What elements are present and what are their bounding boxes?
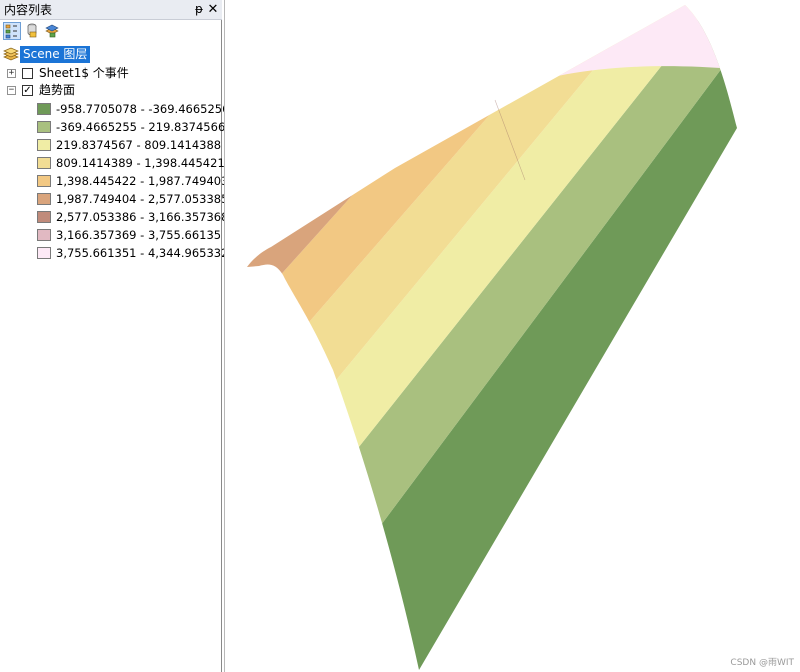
scene-view[interactable]: CSDN @雨WIT bbox=[224, 0, 800, 672]
legend-label: 809.1414389 - 1,398.445421 bbox=[56, 156, 225, 170]
legend-label: 2,577.053386 - 3,166.357368 bbox=[56, 210, 229, 224]
surface-bands bbox=[247, 5, 737, 670]
legend-item[interactable]: 3,755.661351 - 4,344.965332 bbox=[0, 245, 228, 262]
legend-label: 1,398.445422 - 1,987.749403 bbox=[56, 174, 229, 188]
legend-item[interactable]: 809.1414389 - 1,398.445421 bbox=[0, 155, 225, 172]
legend-swatch[interactable] bbox=[37, 247, 51, 259]
legend-swatch[interactable] bbox=[37, 175, 51, 187]
pin-icon[interactable]: ᵽ bbox=[193, 2, 205, 17]
layer-label[interactable]: Sheet1$ 个事件 bbox=[39, 66, 129, 81]
legend-item[interactable]: -958.7705078 - -369.4665256 bbox=[0, 101, 229, 118]
watermark: CSDN @雨WIT bbox=[730, 658, 794, 668]
table-of-contents-panel: 内容列表 ᵽ ✕ Scene 图层 + Sheet1$ 个事件 − ✓ 趋势面 … bbox=[0, 0, 229, 672]
list-by-visibility-icon[interactable] bbox=[44, 22, 62, 40]
legend-swatch[interactable] bbox=[37, 157, 51, 169]
legend-label: 1,987.749404 - 2,577.053385 bbox=[56, 192, 229, 206]
legend-label: -369.4665255 - 219.8374566 bbox=[56, 120, 226, 134]
legend-swatch[interactable] bbox=[37, 193, 51, 205]
legend-item[interactable]: 1,987.749404 - 2,577.053385 bbox=[0, 191, 228, 208]
scene-layer-group[interactable]: Scene 图层 bbox=[0, 46, 222, 63]
layer-visibility-checkbox[interactable] bbox=[22, 68, 33, 79]
collapse-icon[interactable]: − bbox=[7, 86, 16, 95]
legend-label: -958.7705078 - -369.4665256 bbox=[56, 102, 230, 116]
legend-item[interactable]: 3,166.357369 - 3,755.66135 bbox=[0, 227, 222, 244]
scene-layer-label[interactable]: Scene 图层 bbox=[20, 46, 91, 63]
legend-swatch[interactable] bbox=[37, 103, 51, 115]
close-icon[interactable]: ✕ bbox=[207, 2, 219, 17]
legend-label: 3,166.357369 - 3,755.66135 bbox=[56, 228, 222, 242]
list-by-drawing-order-icon[interactable] bbox=[3, 22, 21, 40]
legend-swatch[interactable] bbox=[37, 121, 51, 133]
legend-item[interactable]: 1,398.445422 - 1,987.749403 bbox=[0, 173, 228, 190]
legend-swatch[interactable] bbox=[37, 211, 51, 223]
layer-visibility-checkbox[interactable]: ✓ bbox=[22, 85, 33, 96]
layer-trend-surface[interactable]: − ✓ 趋势面 bbox=[0, 82, 222, 99]
list-by-source-icon[interactable] bbox=[24, 22, 42, 40]
panel-titlebar: 内容列表 ᵽ ✕ bbox=[0, 0, 222, 20]
expand-icon[interactable]: + bbox=[7, 69, 16, 78]
panel-title: 内容列表 bbox=[4, 3, 53, 17]
legend-swatch[interactable] bbox=[37, 139, 51, 151]
layer-label[interactable]: 趋势面 bbox=[39, 83, 75, 98]
toc-toolbar bbox=[0, 21, 222, 43]
trend-surface-render[interactable] bbox=[225, 0, 800, 672]
layers-icon bbox=[3, 47, 19, 62]
legend-label: 3,755.661351 - 4,344.965332 bbox=[56, 246, 229, 260]
legend-item[interactable]: 2,577.053386 - 3,166.357368 bbox=[0, 209, 228, 226]
layer-sheet1-events[interactable]: + Sheet1$ 个事件 bbox=[0, 65, 222, 82]
legend-swatch[interactable] bbox=[37, 229, 51, 241]
legend-label: 219.8374567 - 809.1414388 bbox=[56, 138, 222, 152]
legend-item[interactable]: 219.8374567 - 809.1414388 bbox=[0, 137, 222, 154]
legend-item[interactable]: -369.4665255 - 219.8374566 bbox=[0, 119, 226, 136]
